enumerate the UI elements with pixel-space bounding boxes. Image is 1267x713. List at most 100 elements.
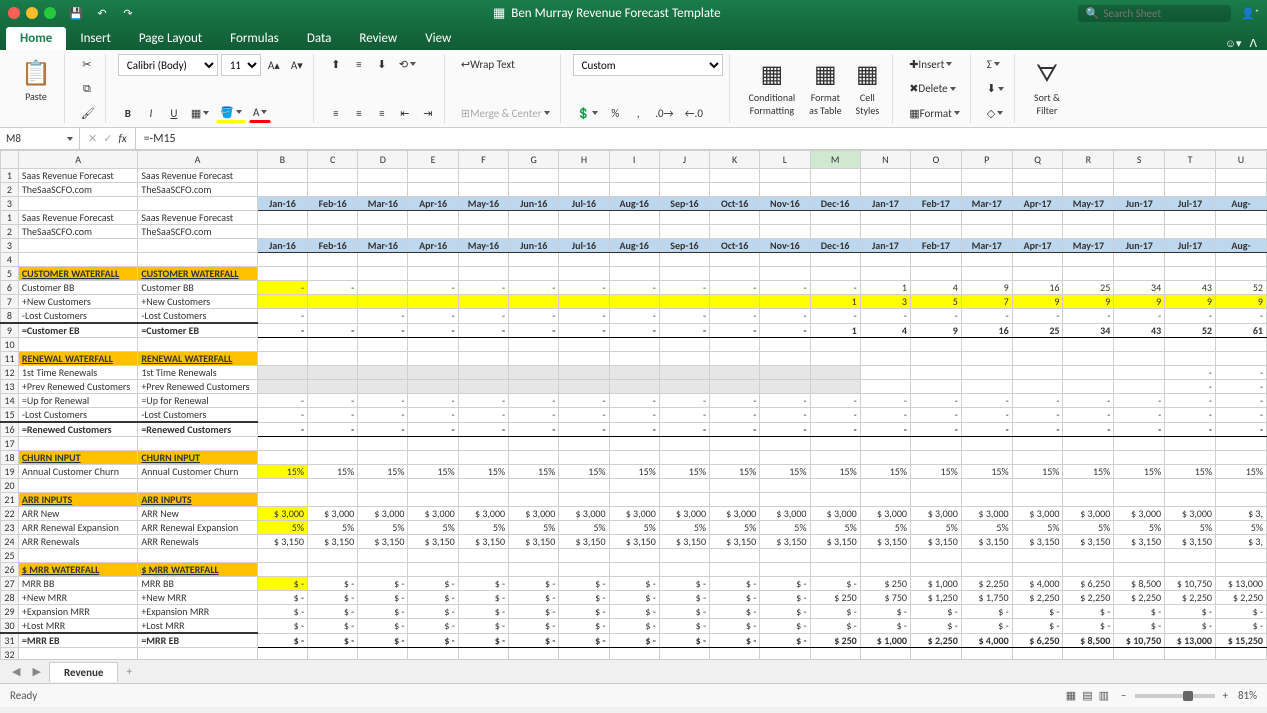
cell[interactable] <box>710 169 760 183</box>
cell[interactable]: ARR Renewal Expansion <box>138 521 257 535</box>
cell[interactable]: 9 <box>1063 295 1114 309</box>
cell[interactable]: $ - <box>408 605 458 619</box>
cell[interactable] <box>1165 225 1216 239</box>
cell[interactable]: +Expansion MRR <box>18 605 137 619</box>
cell[interactable] <box>509 253 559 267</box>
cell[interactable]: - <box>1063 309 1114 324</box>
cell[interactable]: - <box>509 281 559 295</box>
cell[interactable]: $ 10,750 <box>1165 577 1216 591</box>
cell[interactable] <box>1215 549 1266 563</box>
cell[interactable]: $ - <box>760 619 810 634</box>
cell[interactable]: -Lost Customers <box>18 309 137 324</box>
cell[interactable]: Saas Revenue Forecast <box>18 211 137 225</box>
col-header-F[interactable]: F <box>458 151 508 169</box>
cell[interactable]: $ - <box>810 605 860 619</box>
cell[interactable]: $ 1,750 <box>961 591 1012 605</box>
cell[interactable]: $ 3,150 <box>559 535 609 549</box>
cell[interactable] <box>810 366 860 380</box>
cell[interactable] <box>408 225 458 239</box>
col-header-L[interactable]: L <box>760 151 810 169</box>
cell[interactable]: $ - <box>308 633 358 648</box>
col-header-A[interactable]: A <box>138 151 257 169</box>
cell[interactable] <box>760 366 810 380</box>
cell[interactable]: $ 2,250 <box>1012 591 1063 605</box>
share-icon[interactable]: 👤⁺ <box>1241 7 1259 20</box>
cell[interactable] <box>710 183 760 197</box>
cell[interactable] <box>1165 183 1216 197</box>
cell[interactable]: $ 3,000 <box>910 507 961 521</box>
cell[interactable] <box>760 253 810 267</box>
cell[interactable]: - <box>659 281 709 295</box>
cell[interactable] <box>1012 437 1063 451</box>
view-layout-icon[interactable]: ▤ <box>1082 689 1092 702</box>
autosum-icon[interactable]: Σ <box>983 54 1004 74</box>
cell[interactable]: $ 3,000 <box>1063 507 1114 521</box>
cell[interactable]: $ - <box>509 605 559 619</box>
cell[interactable]: $ - <box>961 619 1012 634</box>
row-header-24[interactable]: 24 <box>1 535 19 549</box>
cell[interactable]: $ - <box>710 633 760 648</box>
cell[interactable] <box>1215 225 1266 239</box>
cell[interactable]: $ 13,000 <box>1215 577 1266 591</box>
cell[interactable]: - <box>1063 422 1114 437</box>
cell[interactable] <box>509 295 559 309</box>
cell[interactable]: - <box>257 422 307 437</box>
col-header-B[interactable]: B <box>257 151 307 169</box>
cell[interactable]: $ 3,150 <box>910 535 961 549</box>
cell[interactable]: ARR New <box>138 507 257 521</box>
cell[interactable]: - <box>1063 408 1114 423</box>
cell[interactable] <box>408 380 458 394</box>
cell[interactable] <box>860 549 910 563</box>
row-header-9[interactable]: 9 <box>1 323 19 338</box>
cell[interactable] <box>760 338 810 352</box>
cell[interactable]: $ - <box>910 605 961 619</box>
cell[interactable]: $ - <box>458 619 508 634</box>
cell[interactable] <box>1063 380 1114 394</box>
col-header-P[interactable]: P <box>961 151 1012 169</box>
cell[interactable]: TheSaaSCFO.com <box>18 225 137 239</box>
cell[interactable] <box>910 211 961 225</box>
cell[interactable]: $ 3,150 <box>961 535 1012 549</box>
cell[interactable]: $ 2,250 <box>910 633 961 648</box>
cell[interactable]: ARR Renewals <box>138 535 257 549</box>
cell[interactable] <box>1165 253 1216 267</box>
cell[interactable]: $ 250 <box>810 633 860 648</box>
cell[interactable]: =Customer EB <box>138 323 257 338</box>
cell[interactable] <box>308 225 358 239</box>
row-header-13[interactable]: 13 <box>1 380 19 394</box>
cell[interactable]: - <box>509 408 559 423</box>
cell[interactable]: 4 <box>860 323 910 338</box>
cell[interactable]: $ 4,000 <box>961 633 1012 648</box>
cut-icon[interactable]: ✂ <box>77 54 97 74</box>
cell[interactable] <box>609 211 659 225</box>
cell[interactable]: =Renewed Customers <box>138 422 257 437</box>
cell[interactable]: - <box>1165 422 1216 437</box>
cell[interactable] <box>509 366 559 380</box>
cell[interactable] <box>408 338 458 352</box>
font-size-select[interactable]: 11 <box>221 54 261 76</box>
cell[interactable] <box>810 479 860 493</box>
cell[interactable]: - <box>408 309 458 324</box>
cell[interactable]: $ 3,150 <box>1063 535 1114 549</box>
cell[interactable]: MRR BB <box>138 577 257 591</box>
cell[interactable]: $ - <box>1215 619 1266 634</box>
cell[interactable]: $ 3,150 <box>257 535 307 549</box>
cell[interactable]: $ - <box>810 577 860 591</box>
cell[interactable]: - <box>710 422 760 437</box>
cell[interactable]: $ 3,000 <box>358 507 408 521</box>
cell[interactable] <box>860 648 910 660</box>
cell[interactable] <box>609 338 659 352</box>
cell[interactable]: 9 <box>1165 295 1216 309</box>
cell[interactable]: MRR BB <box>18 577 137 591</box>
cell[interactable]: 15% <box>1215 465 1266 479</box>
cell[interactable] <box>710 648 760 660</box>
cell[interactable] <box>810 183 860 197</box>
cell[interactable]: $ 8,500 <box>1114 577 1165 591</box>
cell[interactable]: ARR Renewals <box>18 535 137 549</box>
row-header-4[interactable]: 4 <box>1 253 19 267</box>
cell[interactable] <box>860 479 910 493</box>
cell[interactable]: 1 <box>860 281 910 295</box>
cell[interactable]: $ - <box>458 577 508 591</box>
cell[interactable]: - <box>961 408 1012 423</box>
cell[interactable]: $ 3,150 <box>358 535 408 549</box>
